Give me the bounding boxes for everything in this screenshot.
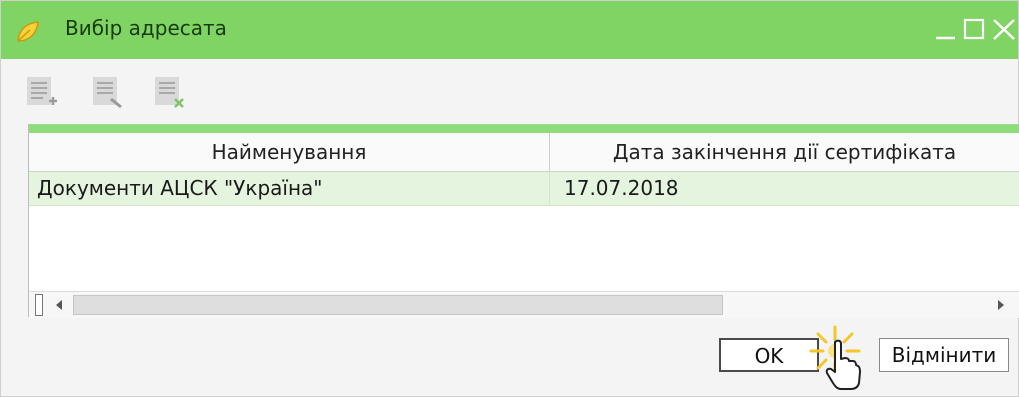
table-row[interactable]: Документи АЦСК "Україна" 17.07.2018 bbox=[29, 172, 1019, 206]
hand-cursor-icon bbox=[825, 339, 861, 390]
column-header-name[interactable]: Найменування bbox=[29, 133, 550, 171]
window-title: Вибір адресата bbox=[65, 16, 227, 40]
scroll-left-icon[interactable] bbox=[51, 297, 67, 313]
table-accent-strip bbox=[29, 125, 1019, 133]
app-leaf-icon bbox=[17, 21, 39, 42]
scrollbar-edge bbox=[35, 294, 43, 316]
document-search-icon[interactable] bbox=[87, 71, 125, 111]
minimize-icon[interactable] bbox=[931, 13, 961, 45]
ok-button[interactable]: OK bbox=[719, 338, 819, 372]
document-add-icon[interactable] bbox=[21, 71, 59, 111]
title-bar[interactable]: Вибір адресата bbox=[1, 1, 1018, 59]
close-icon[interactable] bbox=[989, 13, 1019, 45]
recipient-dialog: Вибір адресата Найменування Дата закінче… bbox=[0, 0, 1019, 397]
maximize-icon[interactable] bbox=[959, 13, 989, 45]
scrollbar-thumb[interactable] bbox=[73, 295, 723, 315]
document-delete-icon[interactable] bbox=[149, 71, 187, 111]
column-header-cert-expiry[interactable]: Дата закінчення дії сертифіката bbox=[550, 133, 1019, 171]
table-header: Найменування Дата закінчення дії сертифі… bbox=[29, 133, 1019, 172]
cell-name: Документи АЦСК "Україна" bbox=[37, 176, 323, 200]
cell-cert-expiry: 17.07.2018 bbox=[564, 176, 679, 200]
recipients-table: Найменування Дата закінчення дії сертифі… bbox=[28, 124, 1019, 318]
scroll-right-icon[interactable] bbox=[993, 297, 1009, 313]
column-divider bbox=[549, 172, 550, 205]
cancel-button[interactable]: Відмінити bbox=[879, 338, 1009, 372]
horizontal-scrollbar[interactable] bbox=[29, 291, 1019, 318]
